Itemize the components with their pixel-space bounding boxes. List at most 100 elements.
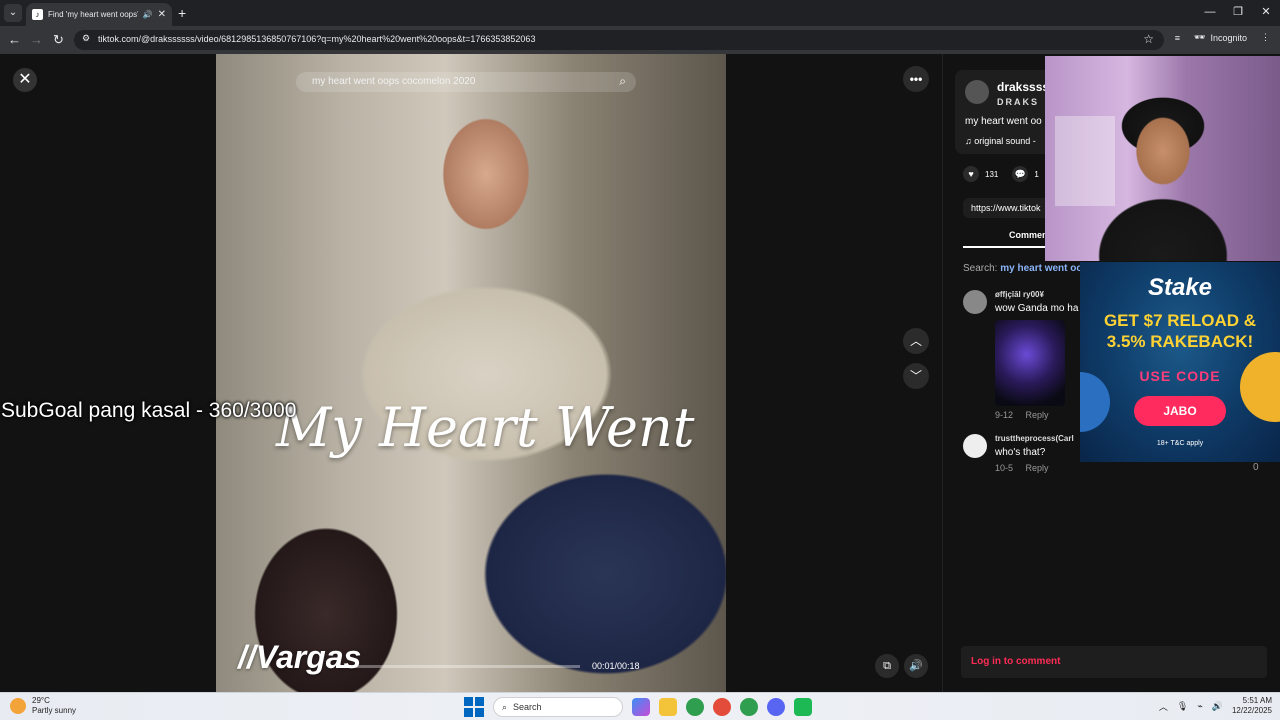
video-player[interactable]: my heart went oops cocomelon 2020 ⌕ My H…: [216, 54, 726, 692]
music-link[interactable]: ♫ original sound -: [965, 136, 1036, 146]
music-title: original sound -: [974, 136, 1036, 146]
reload-icon[interactable]: ↻: [53, 32, 64, 48]
new-tab-button[interactable]: +: [178, 5, 186, 21]
video-search-bar[interactable]: my heart went oops cocomelon 2020 ⌕: [296, 72, 636, 92]
author-name: DRAKS: [997, 97, 1040, 107]
copilot-icon[interactable]: [632, 698, 650, 716]
comment-button[interactable]: 💬 1: [1012, 166, 1039, 182]
search-icon: ⌕: [502, 701, 508, 712]
like-button[interactable]: ♥ 131: [963, 166, 998, 182]
speaker-icon[interactable]: 🔊: [143, 10, 153, 19]
address-bar[interactable]: ⚙ tiktok.com/@drakssssss/video/681298513…: [74, 30, 1164, 50]
taskbar-search[interactable]: ⌕ Search: [493, 697, 623, 717]
stream-subgoal-text: SubGoal pang kasal - 360/3000: [1, 399, 297, 422]
comment-date: 9-12: [995, 410, 1014, 420]
search-label: Search:: [963, 263, 998, 274]
url-text[interactable]: tiktok.com/@drakssssss/video/68129851368…: [98, 34, 535, 44]
avatar[interactable]: [963, 434, 987, 458]
webcam-background-frame: [1055, 116, 1115, 206]
like-count: 131: [985, 169, 999, 179]
tab-title: Find 'my heart went oops' c: [48, 10, 138, 19]
search-query-link[interactable]: my heart went oo: [1000, 263, 1082, 274]
webcam-overlay: [1045, 56, 1280, 261]
discord-icon[interactable]: [767, 698, 785, 716]
browser-toolbar: ← → ↻ ⚙ tiktok.com/@drakssssss/video/681…: [0, 26, 1280, 54]
volume-icon[interactable]: 🔊: [904, 654, 928, 678]
minimize-icon[interactable]: —: [1196, 0, 1224, 26]
weather-desc: Partly sunny: [32, 706, 77, 715]
tab-comments[interactable]: Commen: [1009, 230, 1048, 240]
comment-meta: 10-5 Reply: [995, 463, 1059, 473]
ad-offer: GET $7 RELOAD & 3.5% RAKEBACK!: [1080, 310, 1280, 352]
comment-text: who's that?: [995, 447, 1046, 458]
clock[interactable]: 5:51 AM 12/22/2025: [1232, 696, 1272, 716]
tab-search-icon[interactable]: ⌄: [4, 4, 22, 22]
pip-icon[interactable]: ⧉: [875, 654, 899, 678]
weather-widget[interactable]: 29°C Partly sunny: [10, 696, 76, 716]
site-info-icon[interactable]: ⚙: [82, 33, 90, 44]
back-icon[interactable]: ←: [8, 32, 21, 48]
clock-date: 12/22/2025: [1231, 706, 1272, 715]
comment-meta: 9-12 Reply: [995, 410, 1059, 420]
volume-icon[interactable]: 🔊: [1212, 701, 1223, 712]
bookmark-star-icon[interactable]: ☆: [1143, 32, 1154, 46]
avatar[interactable]: [965, 80, 989, 104]
incognito-icon: 🕶: [1194, 32, 1206, 42]
taskbar-apps: ⌕ Search: [464, 697, 812, 717]
login-to-comment-link[interactable]: Log in to comment: [971, 656, 1060, 667]
microphone-icon[interactable]: 🎙: [1177, 701, 1188, 712]
video-caption-overlay: My Heart Went: [276, 396, 695, 459]
video-progress-fill: [336, 665, 351, 668]
music-note-icon: ♫: [965, 136, 975, 146]
weather-temp: 29°C: [32, 696, 50, 705]
chevron-up-icon[interactable]: ︿: [1159, 700, 1168, 713]
windows-start-icon[interactable]: [464, 697, 484, 717]
login-to-comment-bar[interactable]: Log in to comment: [961, 646, 1267, 678]
stake-ad: Stake GET $7 RELOAD & 3.5% RAKEBACK! USE…: [1080, 262, 1280, 462]
stake-logo: Stake: [1147, 274, 1213, 301]
forward-icon[interactable]: →: [30, 32, 43, 48]
close-window-icon[interactable]: ✕: [1252, 0, 1280, 26]
windows-taskbar: 29°C Partly sunny ⌕ Search ︿ 🎙 ⌁ 🔊 5:51 …: [0, 692, 1280, 720]
author-handle[interactable]: drakssss: [997, 80, 1049, 94]
close-tab-icon[interactable]: ✕: [158, 9, 166, 20]
sun-icon: [10, 698, 26, 714]
restore-icon[interactable]: ❐: [1224, 0, 1252, 26]
tiktok-favicon-icon: ♪: [32, 9, 43, 20]
video-watermark: //Vargas: [238, 639, 362, 675]
incognito-indicator[interactable]: 🕶 Incognito: [1194, 32, 1247, 43]
ad-wheel-decoration: [1240, 352, 1280, 422]
heart-icon: ♥: [963, 166, 979, 182]
incognito-label: Incognito: [1210, 32, 1247, 43]
close-video-button[interactable]: ✕: [13, 68, 37, 92]
video-search-text: my heart went oops cocomelon 2020: [312, 76, 476, 87]
next-video-button[interactable]: ﹀: [903, 363, 929, 389]
avatar[interactable]: [963, 290, 987, 314]
search-icon[interactable]: ⌕: [619, 74, 626, 89]
ad-offer-line1: GET $7 RELOAD &: [1103, 311, 1257, 330]
chrome-icon[interactable]: [740, 698, 758, 716]
reply-button[interactable]: Reply: [1026, 410, 1049, 420]
reply-button[interactable]: Reply: [1026, 463, 1049, 473]
comment-text: wow Ganda mo ha: [995, 303, 1079, 314]
comment-sticker-image: [995, 320, 1065, 406]
video-progress-bar[interactable]: [336, 665, 580, 668]
app-icon[interactable]: [794, 698, 812, 716]
taskbar-search-placeholder: Search: [513, 702, 542, 712]
chrome-icon[interactable]: [686, 698, 704, 716]
clock-time: 5:51 AM: [1242, 696, 1272, 705]
browser-tab[interactable]: ♪ Find 'my heart went oops' c 🔊 ✕: [26, 3, 172, 26]
ad-code-button: JABO: [1134, 396, 1226, 426]
chrome-icon[interactable]: [713, 698, 731, 716]
previous-video-button[interactable]: ︿: [903, 328, 929, 354]
comment-like-count: 0: [1253, 462, 1259, 473]
menu-icon[interactable]: ⋮: [1261, 32, 1270, 43]
comment-username[interactable]: øffįçîāl ry00¥: [995, 290, 1044, 299]
media-controls-icon[interactable]: ≡: [1175, 33, 1180, 43]
file-explorer-icon[interactable]: [659, 698, 677, 716]
more-options-icon[interactable]: •••: [903, 66, 929, 92]
system-tray: ︿ 🎙 ⌁ 🔊 5:51 AM 12/22/2025: [1159, 696, 1272, 716]
related-search[interactable]: Search: my heart went oo: [963, 263, 1083, 274]
comment-username[interactable]: trusttheprocess(Carl: [995, 434, 1074, 443]
network-icon[interactable]: ⌁: [1197, 701, 1202, 712]
